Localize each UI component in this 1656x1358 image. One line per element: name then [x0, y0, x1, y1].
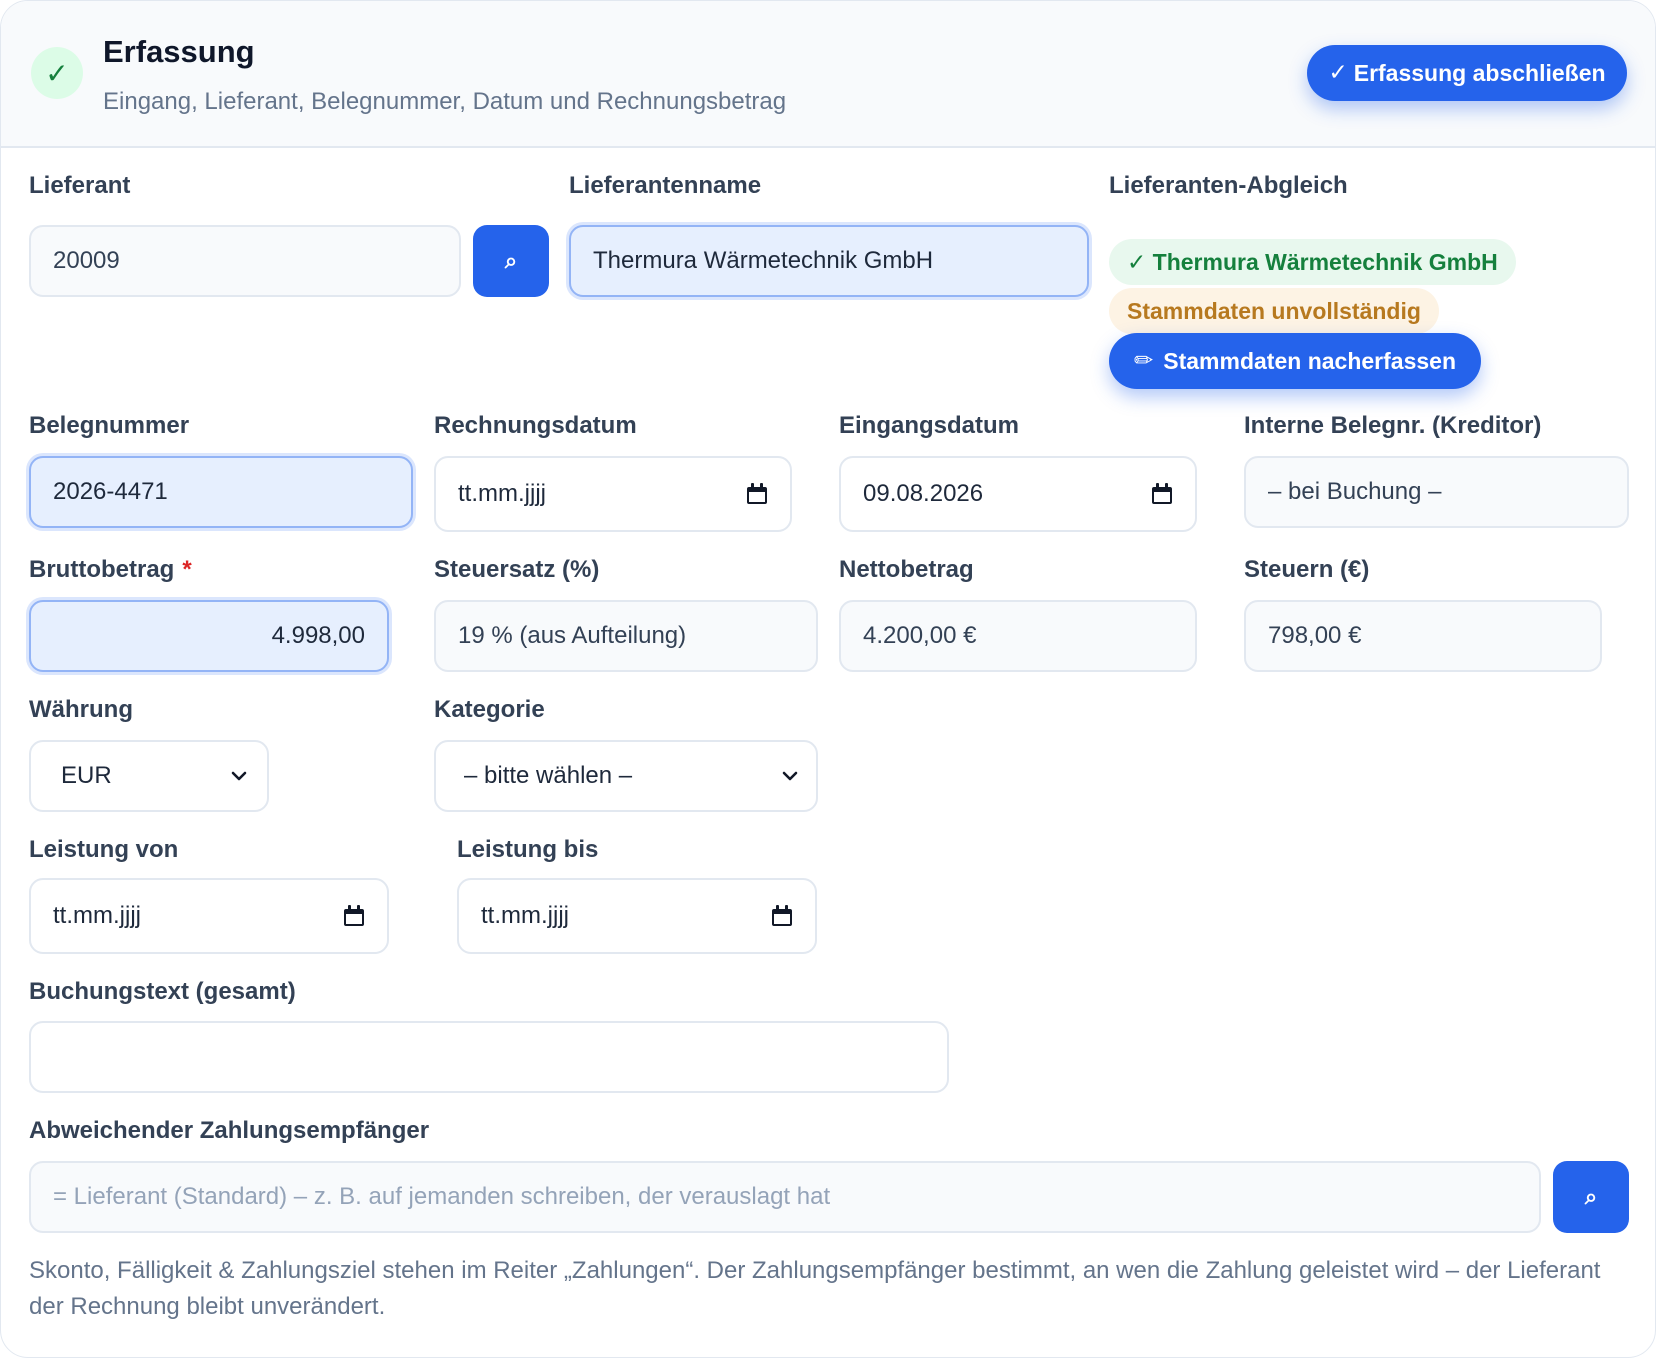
invoice-date-input[interactable]: tt.mm.jjjj	[434, 456, 792, 532]
doc-number-input[interactable]: 2026-4471	[29, 456, 413, 528]
tax-rate-field: 19 % (aus Aufteilung)	[434, 600, 818, 672]
supplier-value: 20009	[53, 247, 120, 274]
booking-text-label: Buchungstext (gesamt)	[29, 978, 296, 1005]
net-amount-value: 4.200,00 €	[863, 622, 977, 649]
supplier-match-label: Lieferanten-Abgleich	[1109, 172, 1348, 199]
finish-capture-label: Erfassung abschließen	[1353, 59, 1606, 86]
supplier-label: Lieferant	[29, 172, 131, 199]
category-select[interactable]: – bitte wählen –	[434, 740, 818, 812]
pencil-icon: ✏	[1133, 348, 1154, 374]
internal-number-value: – bei Buchung –	[1268, 478, 1442, 505]
doc-number-label: Belegnummer	[29, 412, 190, 439]
service-from-value: tt.mm.jjjj	[53, 902, 141, 929]
payee-search-button[interactable]: ⌕	[1553, 1161, 1629, 1233]
receipt-date-value: 09.08.2026	[863, 480, 984, 507]
payee-label: Abweichender Zahlungsempfänger	[29, 1117, 430, 1144]
section-subtitle: Eingang, Lieferant, Belegnummer, Datum u…	[103, 88, 787, 115]
receipt-date-input[interactable]: 09.08.2026	[839, 456, 1197, 532]
gross-amount-label-text: Bruttobetrag	[29, 556, 175, 583]
required-marker: *	[182, 556, 192, 583]
booking-text-input[interactable]	[29, 1021, 949, 1093]
calendar-icon[interactable]	[1151, 483, 1173, 505]
currency-label: Währung	[29, 696, 133, 723]
master-data-incomplete-badge: Stammdaten unvollständig	[1109, 288, 1439, 334]
calendar-icon[interactable]	[771, 905, 793, 927]
tax-amount-label: Steuern (€)	[1244, 556, 1370, 583]
category-label: Kategorie	[434, 696, 545, 723]
gross-amount-value: 4.998,00	[271, 622, 365, 649]
doc-number-value: 2026-4471	[53, 478, 168, 505]
supplier-input[interactable]: 20009	[29, 225, 461, 297]
service-to-label: Leistung bis	[457, 836, 599, 863]
chevron-down-icon	[231, 771, 247, 781]
check-icon: ✓	[1328, 60, 1348, 86]
gross-amount-label: Bruttobetrag *	[29, 556, 192, 584]
chevron-down-icon	[782, 771, 798, 781]
search-icon: ⌕	[504, 248, 518, 274]
net-amount-label: Nettobetrag	[839, 556, 974, 583]
payee-placeholder: = Lieferant (Standard) – z. B. auf jeman…	[53, 1183, 831, 1210]
edit-master-data-button[interactable]: ✏ Stammdaten nacherfassen	[1109, 333, 1481, 389]
card-header: ✓ Erfassung Eingang, Lieferant, Belegnum…	[1, 1, 1655, 148]
currency-select[interactable]: EUR	[29, 740, 269, 812]
invoice-date-value: tt.mm.jjjj	[458, 480, 546, 507]
service-to-value: tt.mm.jjjj	[481, 902, 569, 929]
tax-rate-value: 19 % (aus Aufteilung)	[458, 622, 687, 649]
supplier-match-ok-badge: ✓ Thermura Wärmetechnik GmbH	[1109, 239, 1516, 285]
internal-number-field: – bei Buchung –	[1244, 456, 1629, 528]
currency-value: EUR	[61, 762, 112, 789]
supplier-name-value: Thermura Wärmetechnik GmbH	[593, 247, 934, 274]
receipt-date-label: Eingangsdatum	[839, 412, 1020, 439]
tax-amount-value: 798,00 €	[1268, 622, 1362, 649]
calendar-icon[interactable]	[343, 905, 365, 927]
finish-capture-button[interactable]: ✓ Erfassung abschließen	[1307, 45, 1627, 101]
supplier-name-input[interactable]: Thermura Wärmetechnik GmbH	[569, 225, 1089, 297]
tax-rate-label: Steuersatz (%)	[434, 556, 600, 583]
capture-card: ✓ Erfassung Eingang, Lieferant, Belegnum…	[0, 0, 1656, 1358]
edit-master-data-label: Stammdaten nacherfassen	[1163, 347, 1456, 374]
service-from-label: Leistung von	[29, 836, 179, 863]
payment-info-note: Skonto, Fälligkeit & Zahlungsziel stehen…	[29, 1257, 1601, 1320]
search-icon: ⌕	[1584, 1184, 1598, 1210]
calendar-icon[interactable]	[746, 483, 768, 505]
service-from-input[interactable]: tt.mm.jjjj	[29, 878, 389, 954]
service-to-input[interactable]: tt.mm.jjjj	[457, 878, 817, 954]
gross-amount-input[interactable]: 4.998,00	[29, 600, 389, 672]
category-value: – bitte wählen –	[464, 762, 633, 789]
internal-number-label: Interne Belegnr. (Kreditor)	[1244, 412, 1542, 439]
supplier-name-label: Lieferantenname	[569, 172, 762, 199]
invoice-date-label: Rechnungsdatum	[434, 412, 637, 439]
supplier-search-button[interactable]: ⌕	[473, 225, 549, 297]
section-title: Erfassung	[103, 34, 255, 69]
payee-input[interactable]: = Lieferant (Standard) – z. B. auf jeman…	[29, 1161, 1541, 1233]
tax-amount-field: 798,00 €	[1244, 600, 1602, 672]
check-circle-icon: ✓	[31, 47, 83, 99]
net-amount-field: 4.200,00 €	[839, 600, 1197, 672]
